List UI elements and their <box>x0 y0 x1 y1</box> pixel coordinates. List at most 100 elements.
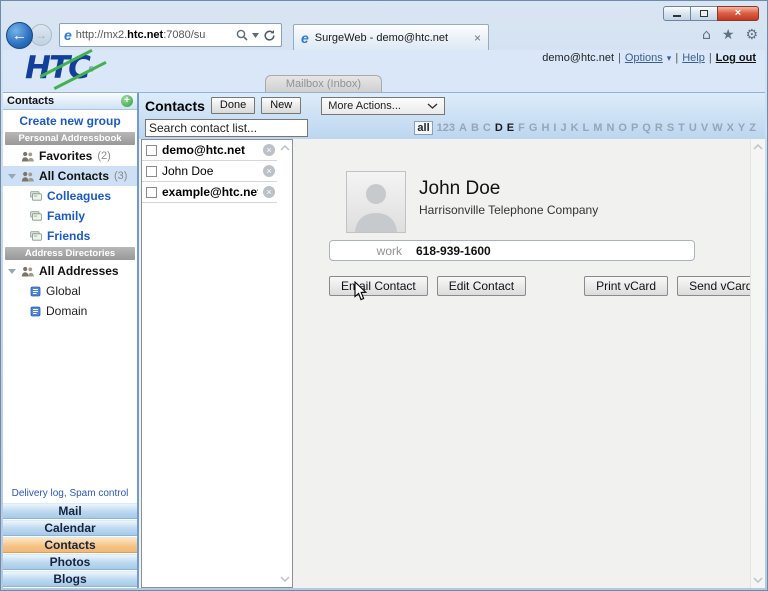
avatar <box>346 171 406 233</box>
nav-photos[interactable]: Photos <box>3 554 137 570</box>
alphabet-W[interactable]: W <box>712 122 722 134</box>
delete-contact-icon[interactable]: × <box>263 186 275 198</box>
nav-blogs[interactable]: Blogs <box>3 571 137 587</box>
alphabet-N[interactable]: N <box>606 122 614 134</box>
alphabet-Z[interactable]: Z <box>749 122 756 134</box>
favorites-star-icon[interactable]: ★ <box>722 27 735 43</box>
spam-control-link[interactable]: Spam control <box>69 488 128 499</box>
done-button[interactable]: Done <box>210 97 256 114</box>
expand-triangle-icon[interactable] <box>8 173 16 179</box>
expand-triangle-icon[interactable] <box>8 268 16 274</box>
title-bar[interactable]: × <box>0 0 768 21</box>
nav-contacts[interactable]: Contacts <box>3 537 137 553</box>
alphabet-M[interactable]: M <box>593 122 602 134</box>
close-button[interactable]: × <box>717 6 759 21</box>
scroll-down-icon[interactable] <box>753 577 763 583</box>
detail-scrollbar[interactable] <box>750 139 765 588</box>
add-group-icon[interactable]: + <box>121 95 133 107</box>
sidebar-item-all-addresses[interactable]: All Addresses <box>3 261 137 281</box>
forward-button[interactable]: → <box>30 24 52 46</box>
sidebar-item-colleagues[interactable]: Colleagues <box>3 186 137 206</box>
home-icon[interactable]: ⌂ <box>702 27 711 43</box>
alphabet-Y[interactable]: Y <box>738 122 745 134</box>
contact-checkbox[interactable] <box>146 144 157 156</box>
sidebar-item-domain[interactable]: Domain <box>3 301 137 321</box>
address-dropdown-icon[interactable] <box>252 32 259 38</box>
options-link[interactable]: Options <box>625 52 663 64</box>
tab-close-icon[interactable]: × <box>474 31 481 45</box>
contact-row[interactable]: John Doe × <box>142 161 277 182</box>
alphabet-X[interactable]: X <box>727 122 734 134</box>
refresh-icon[interactable] <box>263 29 276 42</box>
edit-contact-button[interactable]: Edit Contact <box>436 276 527 296</box>
app-header: demo@htc.net | Options ▾ | Help | Log ou… <box>3 48 765 92</box>
cards-icon <box>30 211 42 221</box>
search-icon[interactable] <box>236 29 248 41</box>
more-actions-dropdown[interactable]: More Actions... <box>321 96 446 115</box>
alphabet-F[interactable]: F <box>518 122 525 134</box>
logout-link[interactable]: Log out <box>716 52 756 64</box>
delete-contact-icon[interactable]: × <box>263 144 275 156</box>
alphabet-J[interactable]: J <box>560 122 566 134</box>
alphabet-E[interactable]: E <box>507 122 514 134</box>
create-new-group-link[interactable]: Create new group <box>3 110 137 131</box>
contact-row[interactable]: demo@htc.net × <box>142 140 277 161</box>
alphabet-T[interactable]: T <box>678 122 685 134</box>
contact-checkbox[interactable] <box>146 165 157 177</box>
mailbox-inbox-tab[interactable]: Mailbox (Inbox) <box>265 75 382 92</box>
contact-row[interactable]: example@htc.net × <box>142 182 277 203</box>
alphabet-B[interactable]: B <box>471 122 479 134</box>
tab-title: SurgeWeb - demo@htc.net <box>314 31 449 44</box>
search-input[interactable] <box>145 118 308 137</box>
alphabet-H[interactable]: H <box>541 122 549 134</box>
delivery-log-link[interactable]: Delivery log <box>12 488 64 499</box>
scroll-down-icon[interactable] <box>279 576 290 582</box>
delete-contact-icon[interactable]: × <box>263 165 275 177</box>
navigation-bar: ← → e http://mx2.htc.net:7080/su e Surge… <box>0 20 768 50</box>
alphabet-123[interactable]: 123 <box>437 122 455 134</box>
surgeweb-app: demo@htc.net | Options ▾ | Help | Log ou… <box>3 48 765 588</box>
url-text[interactable]: http://mx2.htc.net:7080/su <box>76 29 232 41</box>
browser-action-icons: ⌂ ★ ⚙ <box>702 27 758 43</box>
personal-addressbook-section: Personal Addressbook <box>5 132 135 145</box>
alphabet-V[interactable]: V <box>701 122 708 134</box>
alphabet-P[interactable]: P <box>631 122 638 134</box>
alphabet-G[interactable]: G <box>529 122 538 134</box>
sidebar-item-friends[interactable]: Friends <box>3 226 137 246</box>
address-bar[interactable]: e http://mx2.htc.net:7080/su <box>59 23 282 47</box>
alphabet-S[interactable]: S <box>667 122 674 134</box>
help-link[interactable]: Help <box>682 52 705 64</box>
scroll-up-icon[interactable] <box>279 145 290 151</box>
email-contact-button[interactable]: Email Contact <box>329 276 428 296</box>
alphabet-C[interactable]: C <box>483 122 491 134</box>
browser-tab[interactable]: e SurgeWeb - demo@htc.net × <box>293 24 489 50</box>
contact-checkbox[interactable] <box>146 186 157 198</box>
alphabet-A[interactable]: A <box>459 122 467 134</box>
alphabet-O[interactable]: O <box>618 122 627 134</box>
contact-list-scrollbar[interactable] <box>277 140 292 587</box>
alphabet-D[interactable]: D <box>495 122 503 134</box>
alphabet-K[interactable]: K <box>571 122 579 134</box>
restore-button[interactable] <box>690 6 718 21</box>
minimize-button[interactable] <box>663 6 691 21</box>
new-button[interactable]: New <box>261 97 302 114</box>
sidebar-item-family[interactable]: Family <box>3 206 137 226</box>
options-caret-icon: ▾ <box>666 52 672 63</box>
scroll-up-icon[interactable] <box>753 144 763 150</box>
alphabet-U[interactable]: U <box>689 122 697 134</box>
gear-icon[interactable]: ⚙ <box>745 27 758 43</box>
nav-calendar[interactable]: Calendar <box>3 520 137 536</box>
nav-mail[interactable]: Mail <box>3 503 137 519</box>
print-vcard-button[interactable]: Print vCard <box>584 276 669 296</box>
alphabet-R[interactable]: R <box>655 122 663 134</box>
alphabet-Q[interactable]: Q <box>642 122 651 134</box>
tab-ie-icon: e <box>301 29 309 46</box>
sidebar-item-global[interactable]: Global <box>3 281 137 301</box>
alphabet-I[interactable]: I <box>553 122 556 134</box>
sidebar-item-all-contacts[interactable]: All Contacts (3) <box>3 166 137 186</box>
sidebar-item-favorites[interactable]: Favorites (2) <box>3 146 137 166</box>
people-icon <box>21 266 34 276</box>
alphabet-L[interactable]: L <box>583 122 590 134</box>
alphabet-all[interactable]: all <box>414 120 433 135</box>
back-button[interactable]: ← <box>6 21 33 49</box>
